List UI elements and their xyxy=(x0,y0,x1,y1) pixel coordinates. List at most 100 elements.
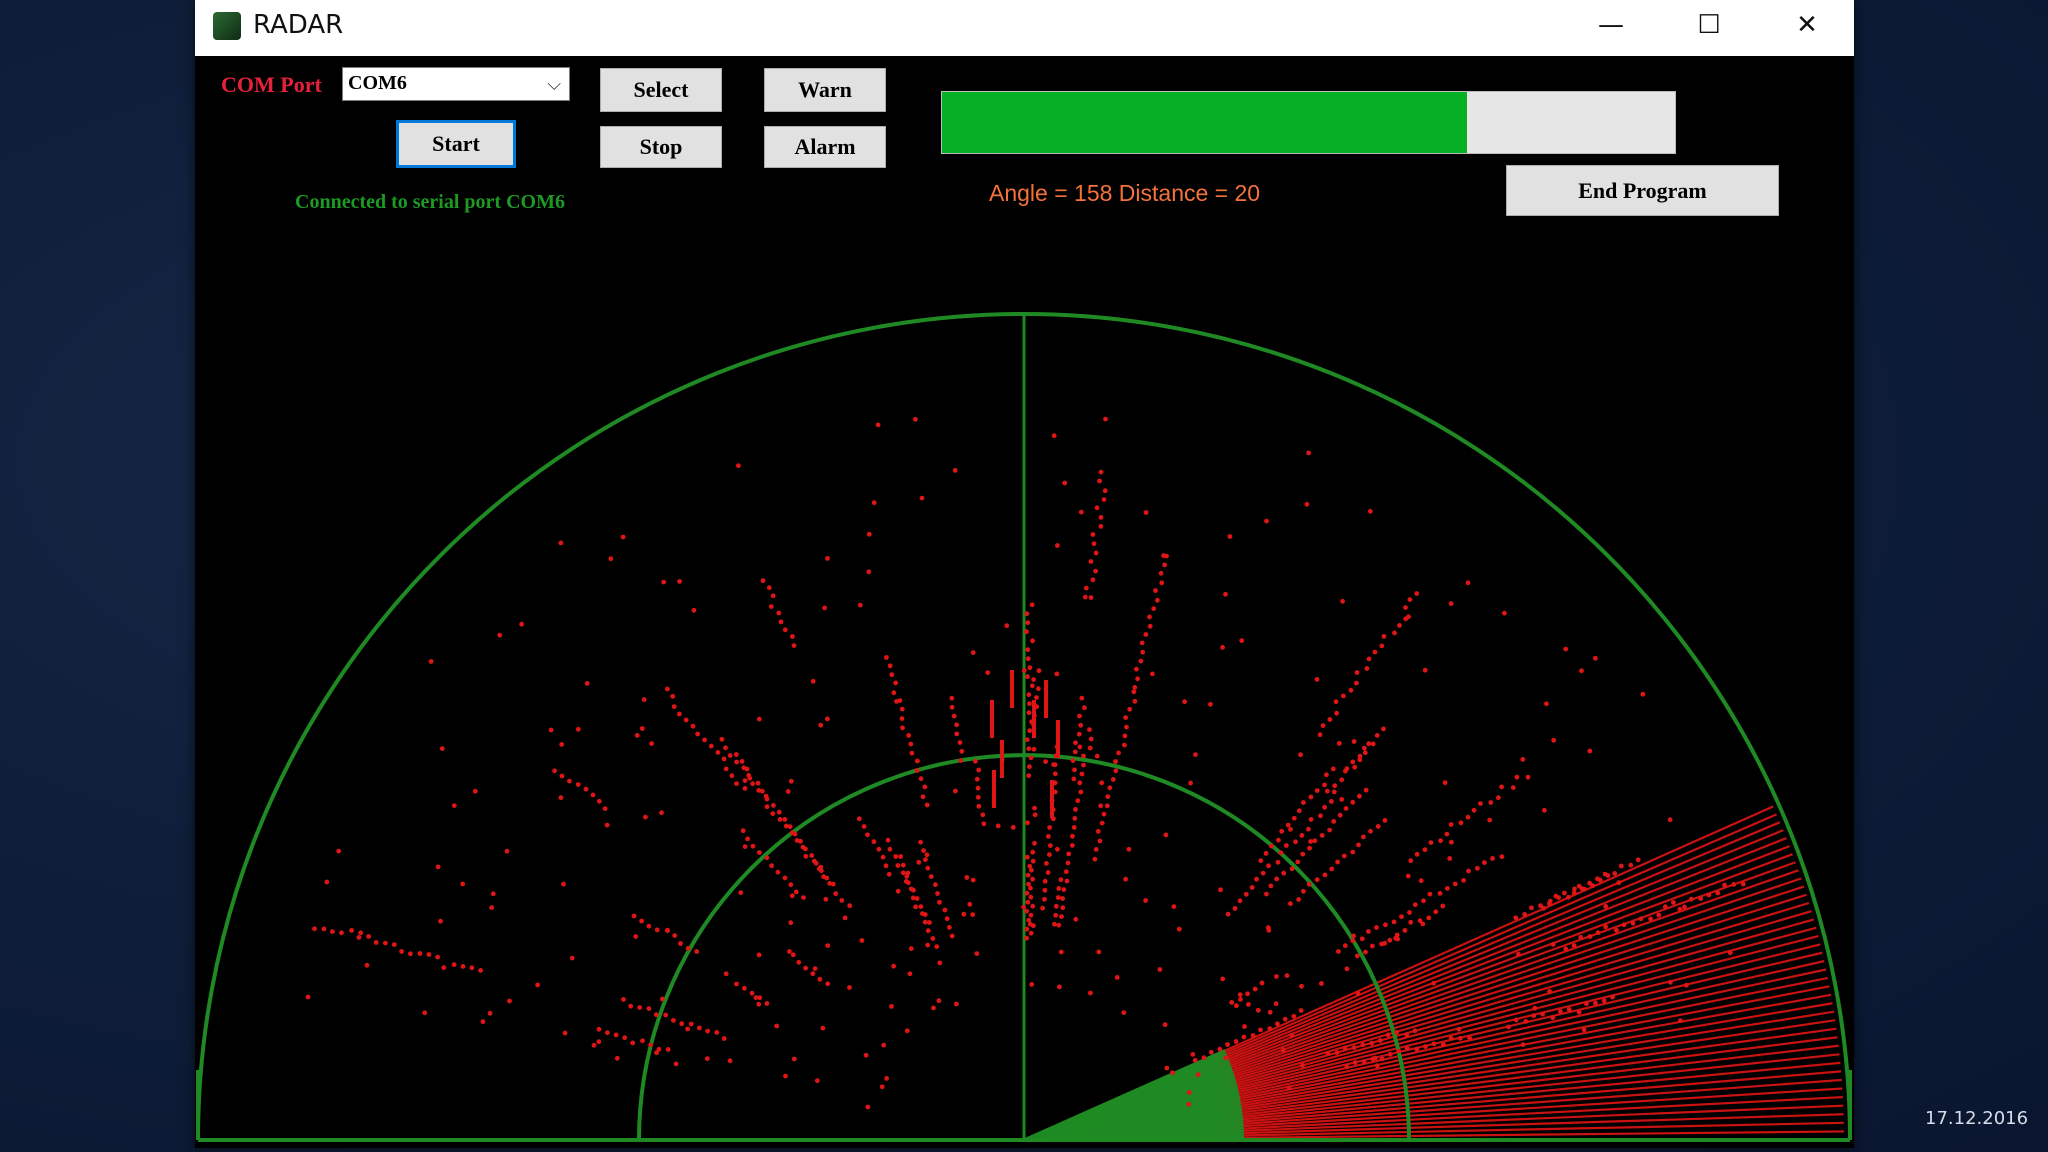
detection-dot xyxy=(1238,997,1243,1002)
detection-dot xyxy=(1421,898,1426,904)
detection-dot xyxy=(602,806,608,811)
detection-dot xyxy=(1077,780,1083,786)
detection-dot xyxy=(961,911,967,917)
detection-dot xyxy=(1275,1021,1280,1027)
com-port-select[interactable]: COM6 ⌵ xyxy=(342,67,570,101)
detection-dot xyxy=(964,875,970,880)
detection-dot xyxy=(330,929,335,934)
detection-dot xyxy=(1026,773,1032,779)
detection-dot xyxy=(1372,649,1378,655)
connection-status: Connected to serial port COM6 xyxy=(295,191,565,213)
detection-dot xyxy=(673,1061,679,1067)
detection-dot xyxy=(1343,806,1349,811)
detection-dot xyxy=(785,789,791,794)
detection-dot xyxy=(1032,805,1037,811)
detection-dot xyxy=(1449,839,1454,845)
detection-dot xyxy=(1440,903,1446,909)
detection-dot xyxy=(821,874,826,880)
detection-dot xyxy=(1350,759,1356,765)
detection-dot xyxy=(884,1076,889,1081)
detection-dot xyxy=(1164,1065,1170,1071)
detection-dot xyxy=(935,891,940,896)
detection-dot xyxy=(1587,934,1593,939)
detection-dot xyxy=(1255,1007,1261,1013)
detection-dot xyxy=(825,943,831,948)
detection-dot xyxy=(1284,973,1290,978)
detection-dot xyxy=(825,556,830,561)
detection-dot xyxy=(1053,903,1059,909)
detection-dot xyxy=(764,804,770,810)
detection-dot xyxy=(1062,480,1068,486)
detection-dot xyxy=(1030,849,1036,855)
detection-dot xyxy=(552,768,557,774)
detection-dot xyxy=(339,930,344,936)
detection-dot xyxy=(649,741,654,746)
detection-dot xyxy=(1073,916,1079,922)
detection-dot xyxy=(1078,722,1084,728)
detection-dot xyxy=(654,927,660,933)
detection-dot xyxy=(1314,677,1320,682)
detection-dot xyxy=(1087,745,1093,751)
detection-dot xyxy=(723,745,728,751)
detection-dot xyxy=(643,814,648,820)
detection-dot xyxy=(782,817,788,822)
detection-dot xyxy=(1116,750,1121,756)
stop-button[interactable]: Stop xyxy=(600,126,722,168)
alarm-button[interactable]: Alarm xyxy=(764,126,886,168)
detection-dot xyxy=(596,1039,602,1045)
detection-dot xyxy=(886,871,892,877)
detection-dot xyxy=(633,934,639,939)
detection-dot xyxy=(1104,803,1110,809)
warn-button[interactable]: Warn xyxy=(764,68,886,112)
detection-dot xyxy=(1513,1017,1519,1023)
detection-dot xyxy=(995,823,1001,829)
end-program-button[interactable]: End Program xyxy=(1506,165,1779,216)
detection-dot xyxy=(778,619,784,625)
detection-dot xyxy=(1578,934,1584,940)
detection-dot xyxy=(497,632,503,638)
detection-dot xyxy=(1025,820,1030,826)
detection-dot xyxy=(1300,1062,1305,1068)
detection-dot xyxy=(729,773,735,779)
detection-dot xyxy=(1361,745,1367,751)
detection-dot xyxy=(970,912,976,917)
detection-dot xyxy=(944,916,950,922)
detection-dot xyxy=(1075,798,1081,804)
detection-dot xyxy=(1301,800,1306,805)
detection-dot xyxy=(1098,803,1104,809)
detection-dot xyxy=(621,997,626,1002)
detection-dot xyxy=(1431,980,1436,986)
detection-dot xyxy=(349,928,354,933)
detection-dot xyxy=(810,678,816,684)
detection-dot xyxy=(959,748,965,754)
detection-dot xyxy=(1278,850,1284,856)
detection-dot xyxy=(715,750,721,755)
detection-dot xyxy=(866,569,872,575)
detection-dot xyxy=(1090,532,1096,537)
detection-dot xyxy=(1073,807,1078,812)
detection-dot xyxy=(922,919,928,925)
detection-dot xyxy=(1234,1003,1239,1009)
detection-dot xyxy=(1727,950,1733,956)
start-button[interactable]: Start xyxy=(396,120,516,168)
detection-dot xyxy=(906,733,912,738)
detection-dot xyxy=(469,965,475,971)
detection-dot xyxy=(914,896,920,901)
detection-dot xyxy=(1186,1101,1192,1107)
detection-dot xyxy=(980,812,986,818)
detection-dot xyxy=(1208,701,1213,707)
detection-dot xyxy=(1124,724,1129,730)
detection-dot xyxy=(1566,894,1571,900)
detection-dot xyxy=(1510,785,1516,790)
detection-dot xyxy=(1032,812,1038,818)
detection-dot xyxy=(897,698,903,703)
detection-dot xyxy=(685,1026,690,1032)
detection-dot xyxy=(1458,1035,1463,1041)
detection-dot xyxy=(801,895,806,900)
select-button[interactable]: Select xyxy=(600,68,722,112)
detection-dot xyxy=(899,706,905,712)
chevron-down-icon[interactable]: ⌵ xyxy=(547,74,561,95)
detection-dot xyxy=(967,901,973,907)
detection-dot xyxy=(1431,1041,1437,1047)
detection-dot xyxy=(1502,610,1507,616)
